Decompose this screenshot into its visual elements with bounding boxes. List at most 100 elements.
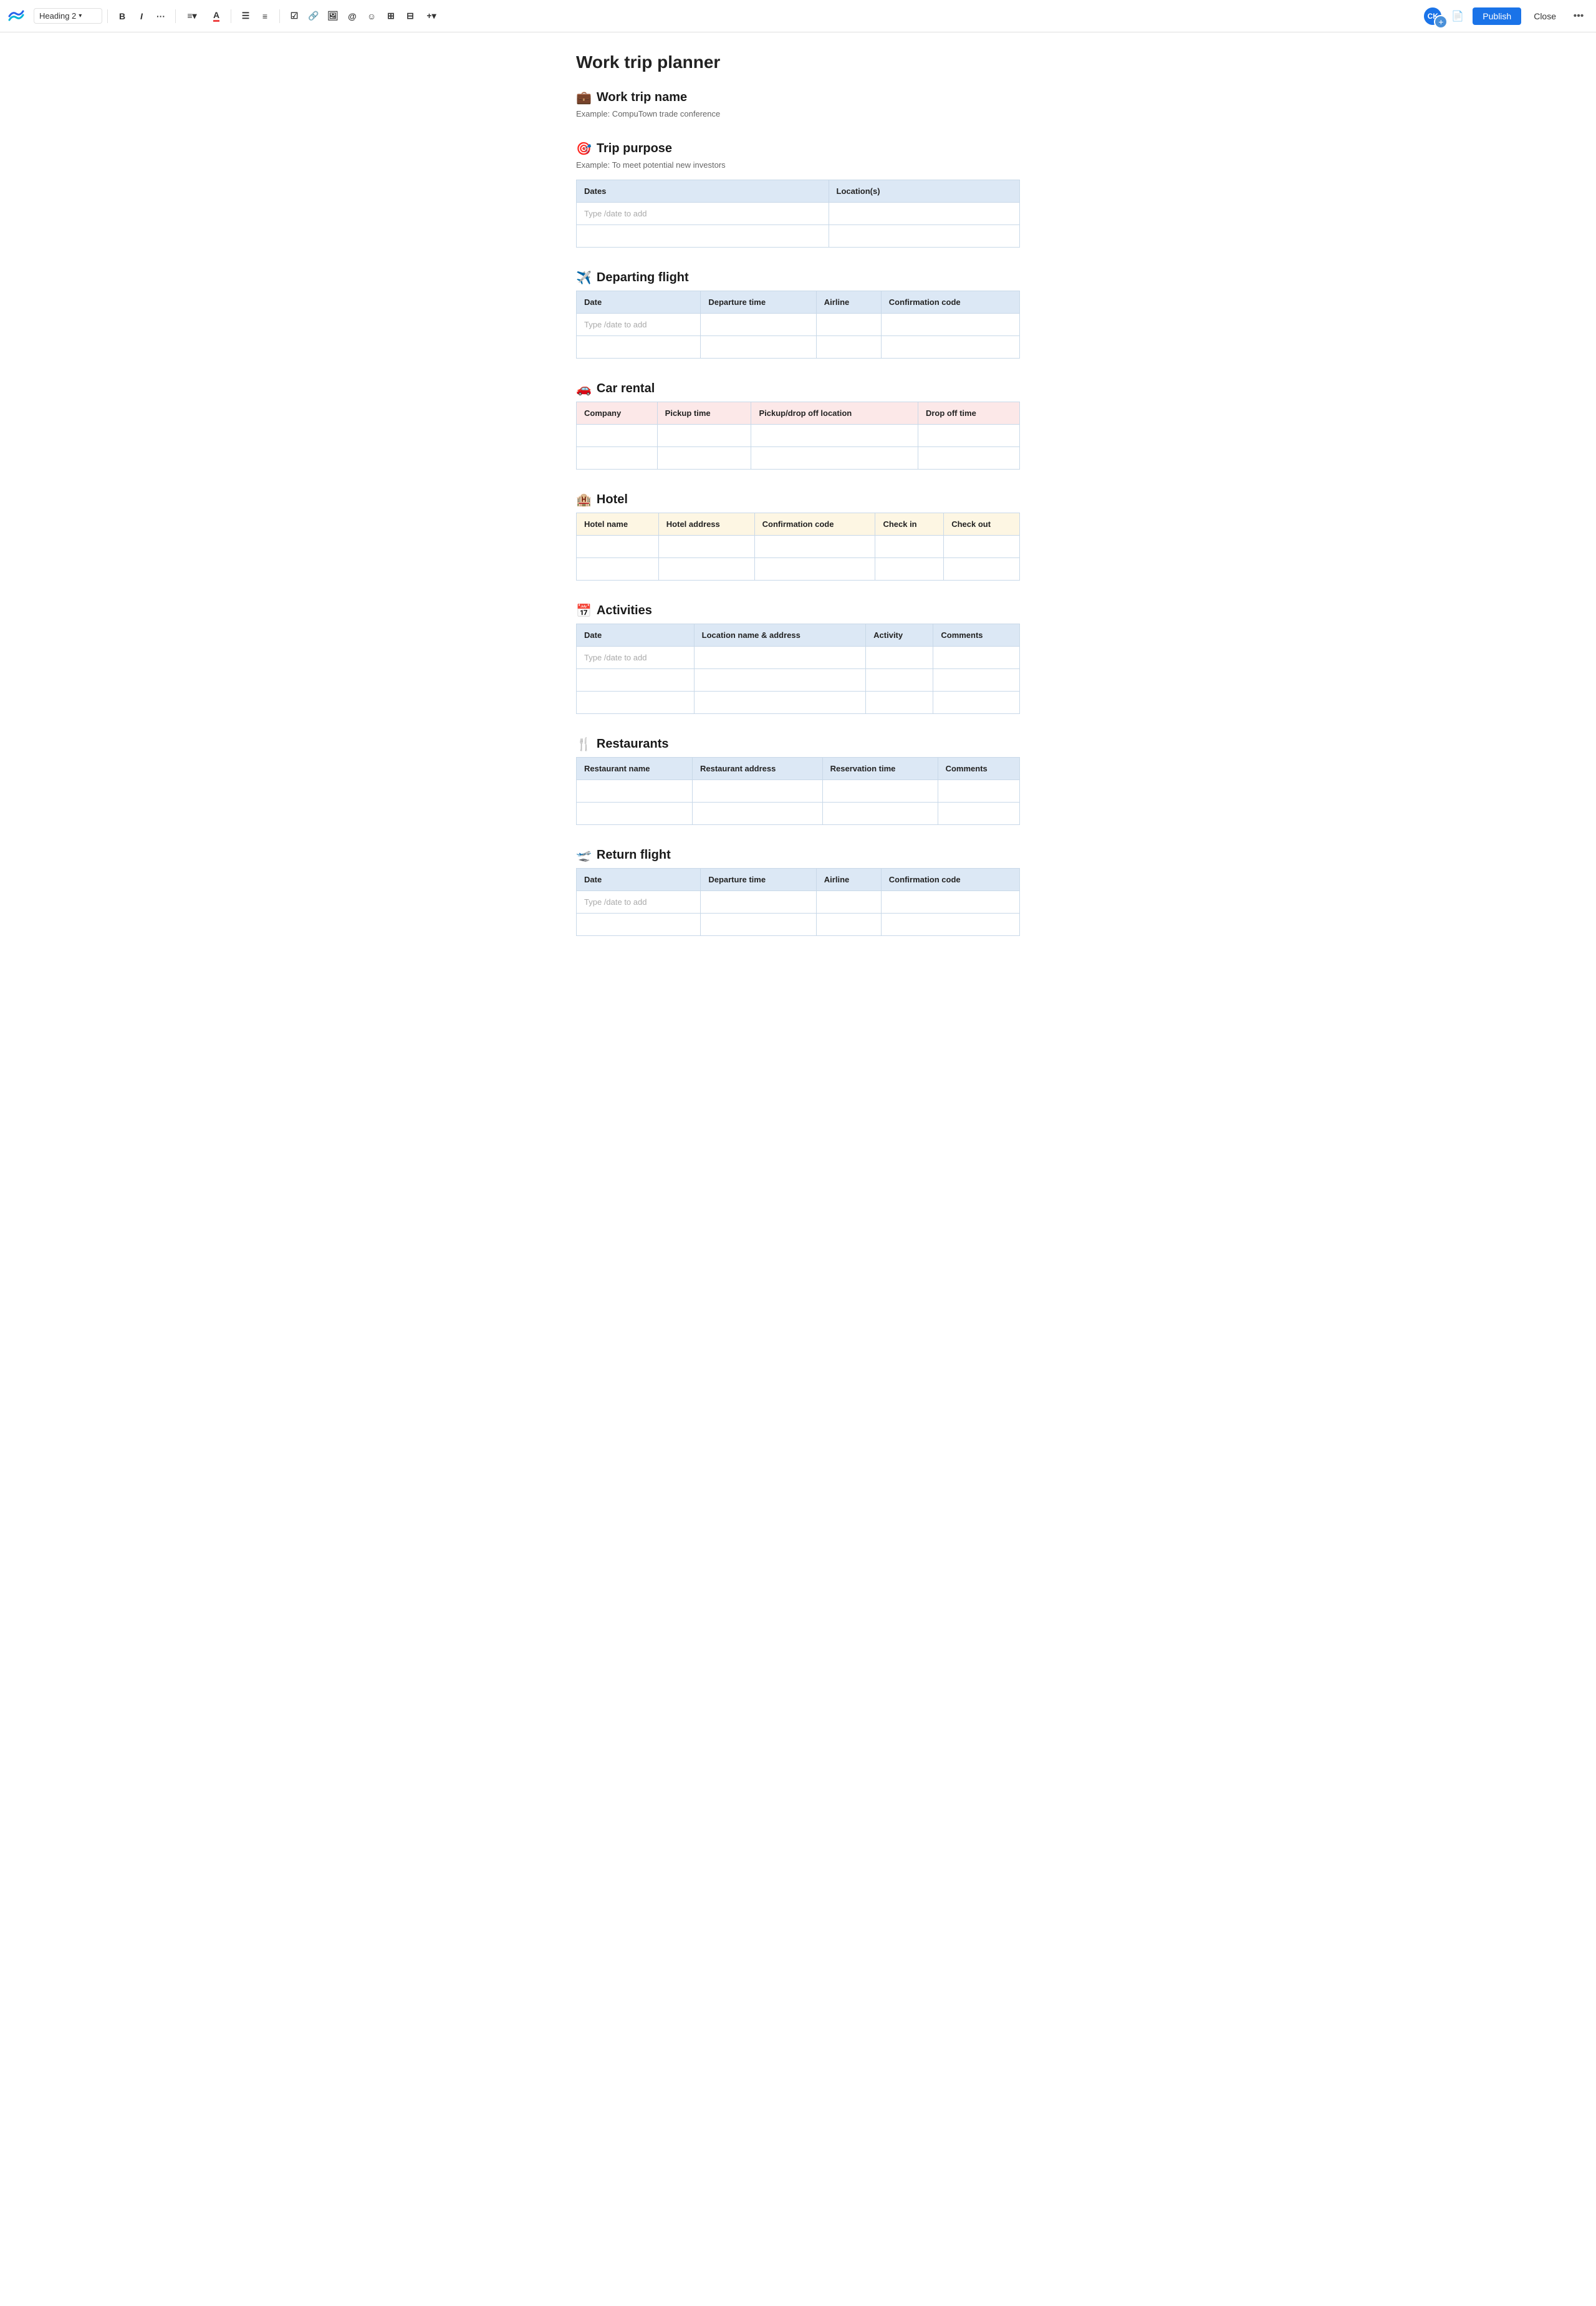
location-cell-2[interactable] [829,225,1020,248]
col-comments: Comments [933,624,1020,647]
briefcase-icon: 💼 [576,90,592,105]
col-rest-comments: Comments [938,758,1019,780]
image-icon: 🖼 [327,11,339,21]
table-row [577,336,1020,359]
avatar-group: CK + [1423,6,1443,26]
table-row [577,803,1020,825]
close-button[interactable]: Close [1526,7,1564,25]
plane-icon: ✈️ [576,270,592,286]
table-row [577,914,1020,936]
layout-button[interactable]: ⊟ [401,7,420,26]
activities-header-row: Date Location name & address Activity Co… [577,624,1020,647]
section-departing-flight: ✈️ Departing flight Date Departure time … [576,270,1020,359]
table-row [577,536,1020,558]
col-location-name-address: Location name & address [694,624,866,647]
page-title: Work trip planner [576,52,1020,72]
checklist-icon: ☑ [291,11,299,21]
align-button[interactable]: ≡▾ [181,7,203,26]
hotel-icon: 🏨 [576,492,592,508]
airline-cell[interactable] [816,314,881,336]
emoji-icon: ☺ [367,11,376,21]
italic-button[interactable]: I [132,7,151,26]
ret-date-cell[interactable]: Type /date to add [577,891,701,914]
bold-button[interactable]: B [113,7,132,26]
plus-more-icon: +▾ [426,11,436,21]
dep-time-cell[interactable] [701,314,816,336]
ellipsis-icon: ••• [1574,11,1584,22]
checklist-button[interactable]: ☑ [285,7,304,26]
table-button[interactable]: ⊞ [382,7,400,26]
more-format-button[interactable]: ··· [151,7,170,26]
col-drop-off-time: Drop off time [918,402,1019,425]
table-row: Type /date to add [577,314,1020,336]
table-row [577,558,1020,581]
return-flight-heading: 🛫 Return flight [576,847,1020,863]
dates-cell-2[interactable] [577,225,829,248]
insert-more-button[interactable]: +▾ [420,7,443,26]
col-hotel-address: Hotel address [658,513,754,536]
color-button[interactable]: A [207,7,226,26]
col-departure-time: Departure time [701,291,816,314]
more-options-button[interactable]: ••• [1569,6,1589,26]
car-rental-header-row: Company Pickup time Pickup/drop off loca… [577,402,1020,425]
section-hotel: 🏨 Hotel Hotel name Hotel address Confirm… [576,492,1020,581]
heading-selector[interactable]: Heading 2 ▾ [34,8,102,24]
link-button[interactable]: 🔗 [304,7,323,26]
trip-purpose-heading: 🎯 Trip purpose [576,141,1020,157]
draft-button[interactable]: 📄 [1448,6,1468,26]
table-row [577,447,1020,470]
bullet-list-button[interactable]: ☰ [236,7,255,26]
col-check-in: Check in [875,513,944,536]
hotel-table: Hotel name Hotel address Confirmation co… [576,513,1020,581]
table-row [577,225,1020,248]
table-row: Type /date to add [577,647,1020,669]
act-date-cell[interactable]: Type /date to add [577,647,695,669]
numbered-list-button[interactable]: ≡ [256,7,274,26]
section-trip-purpose: 🎯 Trip purpose Example: To meet potentia… [576,141,1020,248]
toolbar-divider-1 [107,9,108,23]
work-trip-name-subtitle: Example: CompuTown trade conference [576,109,1020,118]
col-conf-code: Confirmation code [754,513,875,536]
col-check-out: Check out [944,513,1020,536]
mention-button[interactable]: @ [343,7,362,26]
section-activities: 📅 Activities Date Location name & addres… [576,603,1020,714]
departing-flight-table: Date Departure time Airline Confirmation… [576,291,1020,359]
col-confirmation-code: Confirmation code [881,291,1019,314]
col-dates: Dates [577,180,829,203]
add-collaborator-button[interactable]: + [1434,15,1448,29]
date-cell[interactable]: Type /date to add [577,314,701,336]
table-row: Type /date to add [577,891,1020,914]
col-pickup-drop-location: Pickup/drop off location [751,402,918,425]
location-cell[interactable] [829,203,1020,225]
return-plane-icon: 🛫 [576,847,592,863]
conf-code-cell[interactable] [881,314,1019,336]
car-rental-table: Company Pickup time Pickup/drop off loca… [576,402,1020,470]
activities-table: Date Location name & address Activity Co… [576,624,1020,714]
col-ret-conf-code: Confirmation code [881,869,1019,891]
departing-flight-header-row: Date Departure time Airline Confirmation… [577,291,1020,314]
col-activity: Activity [866,624,933,647]
bullet-list-icon: ☰ [242,11,250,21]
col-restaurant-name: Restaurant name [577,758,693,780]
publish-button[interactable]: Publish [1473,7,1521,25]
table-row: Type /date to add [577,203,1020,225]
table-row [577,425,1020,447]
col-company: Company [577,402,658,425]
dates-cell[interactable]: Type /date to add [577,203,829,225]
toolbar-divider-4 [279,9,280,23]
insert-group: ☑ 🔗 🖼 @ ☺ ⊞ ⊟ +▾ [285,7,443,26]
col-pickup-time: Pickup time [657,402,751,425]
image-button[interactable]: 🖼 [324,7,342,26]
text-format-group: B I ··· [113,7,170,26]
layout-icon: ⊟ [406,11,414,21]
work-trip-name-heading: 💼 Work trip name [576,90,1020,105]
app-logo [7,7,25,25]
col-ret-airline: Airline [816,869,881,891]
col-act-date: Date [577,624,695,647]
align-icon: ≡▾ [187,11,196,21]
toolbar-right: CK + 📄 Publish Close ••• [1423,6,1589,26]
col-airline: Airline [816,291,881,314]
trip-dates-header-row: Dates Location(s) [577,180,1020,203]
numbered-list-icon: ≡ [262,11,267,21]
emoji-button[interactable]: ☺ [362,7,381,26]
